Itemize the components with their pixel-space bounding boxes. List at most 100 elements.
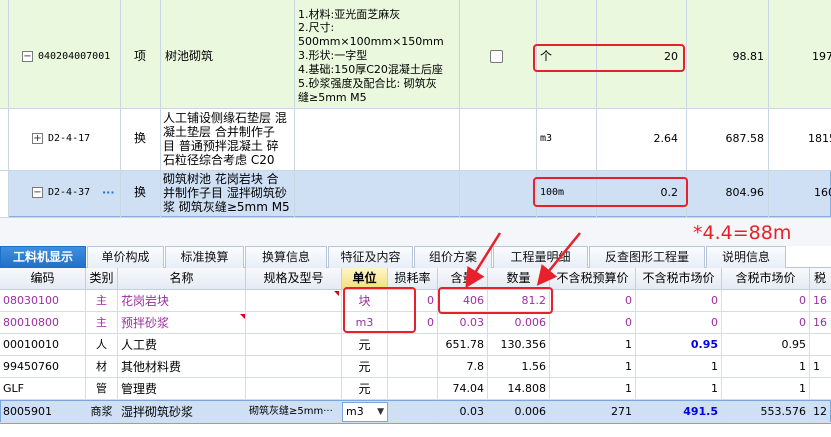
cell-quantity: 0.006: [488, 312, 550, 334]
cell-unit: 元: [342, 334, 388, 356]
cell-content: 651.78: [438, 334, 488, 356]
cell-quantity: 0.006: [488, 401, 550, 423]
row3-more-button[interactable]: ···: [102, 186, 115, 199]
col-header-name[interactable]: 名称: [118, 268, 246, 290]
cell-loss: [388, 356, 438, 378]
cell-category: 管: [86, 378, 118, 400]
tab-notes[interactable]: 说明信息: [706, 246, 786, 268]
cell-budget-price: 1: [550, 378, 636, 400]
row1-type: 项: [134, 50, 147, 63]
comment-marker: [334, 291, 339, 296]
cell-tax-market-price: 1: [722, 378, 810, 400]
chevron-down-icon[interactable]: ▼: [377, 403, 384, 421]
highlight-box-content-qty: [438, 287, 553, 314]
cell-code: 8005901: [0, 401, 86, 423]
cell-market-price: 1: [636, 356, 722, 378]
cell-code: 08030100: [0, 290, 86, 312]
tab-quantity-detail[interactable]: 工程量明细: [493, 246, 588, 268]
cell-tax: 16: [810, 312, 831, 334]
row2-quantity: 2.64: [653, 132, 679, 145]
col-header-market-price[interactable]: 不含税市场价: [636, 268, 722, 290]
cell-quantity: 14.808: [488, 378, 550, 400]
cell-tax: 16: [810, 290, 831, 312]
col-header-category[interactable]: 类别: [86, 268, 118, 290]
name-line: 砌筑树池 花岗岩块 合: [163, 172, 279, 186]
cell-spec: 砌筑灰缝≥5mm···: [246, 401, 342, 423]
row3-type: 换: [134, 186, 147, 199]
cell-code: 80010800: [0, 312, 86, 334]
feature-line: 4.基础:150厚C20混凝土后座: [298, 63, 443, 76]
col-header-code[interactable]: 编码: [0, 268, 86, 290]
cell-name: 人工费: [118, 334, 246, 356]
row2-code: D2-4-17: [48, 133, 91, 144]
feature-line: 5.砂浆强度及配合比: 砌筑灰: [298, 77, 437, 90]
col-header-budget-price[interactable]: 不含税预算价: [550, 268, 636, 290]
cell-budget-price: 0: [550, 290, 636, 312]
col-header-tax-market-price[interactable]: 含税市场价: [722, 268, 810, 290]
cell-market-price: 0: [636, 290, 722, 312]
feature-line: 3.形状:一字型: [298, 49, 368, 62]
cell-category: 主: [86, 290, 118, 312]
tab-unit-price[interactable]: 单价构成: [87, 246, 164, 268]
unit-dropdown-value: m3: [346, 405, 364, 418]
cell-spec: [246, 356, 342, 378]
cell-spec: [246, 290, 342, 312]
cell-name: 管理费: [118, 378, 246, 400]
cell-market-price: 1: [636, 378, 722, 400]
cell-budget-price: 271: [550, 401, 636, 423]
tab-standard-conversion[interactable]: 标准换算: [165, 246, 244, 268]
row2-type: 换: [134, 132, 147, 145]
cell-tax: [810, 378, 831, 400]
collapse-icon[interactable]: −: [32, 187, 43, 198]
collapse-icon[interactable]: −: [22, 51, 33, 62]
cell-tax-market-price: 0.95: [722, 334, 810, 356]
tab-labor-material[interactable]: 工料机显示: [0, 246, 86, 268]
feature-line: 2.尺寸:: [298, 21, 335, 34]
cell-budget-price: 0: [550, 312, 636, 334]
cell-quantity: 1.56: [488, 356, 550, 378]
tab-features[interactable]: 特征及内容: [328, 246, 413, 268]
row1-checkbox[interactable]: [490, 50, 503, 63]
cell-tax: 12: [810, 401, 831, 423]
cell-category: 主: [86, 312, 118, 334]
cell-market-price: 0.95: [636, 334, 722, 356]
row3-code: D2-4-37: [48, 187, 91, 198]
cell-tax: [810, 334, 831, 356]
expand-icon[interactable]: +: [32, 133, 43, 144]
cell-name: 花岗岩块: [118, 290, 246, 312]
cell-tax-market-price: 1: [722, 356, 810, 378]
cell-market-price: 0: [636, 312, 722, 334]
row1-price: 98.81: [732, 50, 765, 63]
cell-category: 材: [86, 356, 118, 378]
tab-reverse-lookup[interactable]: 反查图形工程量: [589, 246, 705, 268]
cell-code: 99450760: [0, 356, 86, 378]
cell-loss: [388, 334, 438, 356]
name-line: 凝土垫层 合并制作子: [163, 125, 275, 139]
row1-code: 040204007001: [38, 51, 111, 62]
name-line: 目 普通预拌混凝土 碎: [163, 139, 279, 153]
highlight-box-unit-cells: [343, 287, 416, 333]
cell-code: 00010010: [0, 334, 86, 356]
tab-conversion-info[interactable]: 换算信息: [245, 246, 327, 268]
col-header-spec[interactable]: 规格及型号: [246, 268, 342, 290]
highlight-box-unit-qty-2: [533, 177, 688, 207]
cell-tax-market-price: 0: [722, 290, 810, 312]
cell-budget-price: 1: [550, 356, 636, 378]
cell-category: 商浆: [86, 401, 118, 423]
row1-total: 197: [812, 50, 831, 63]
name-line: 石粒径综合考虑 C20: [163, 153, 275, 167]
unit-dropdown[interactable]: m3 ▼: [342, 402, 388, 422]
cell-code: GLF: [0, 378, 86, 400]
tab-pricing-scheme[interactable]: 组价方案: [414, 246, 492, 268]
cell-loss: [388, 378, 438, 400]
row3-price: 804.96: [725, 186, 765, 199]
cell-budget-price: 1: [550, 334, 636, 356]
feature-line: 500mm×100mm×150mm: [298, 35, 444, 48]
row1-name: 树池砌筑: [165, 50, 214, 63]
row2-unit: m3: [540, 133, 553, 144]
cell-content: 0.03: [438, 312, 488, 334]
col-header-tax[interactable]: 税: [810, 268, 831, 290]
name-line: 人工铺设侧缘石垫层 混: [163, 111, 287, 125]
cell-spec: [246, 378, 342, 400]
cell-category: 人: [86, 334, 118, 356]
